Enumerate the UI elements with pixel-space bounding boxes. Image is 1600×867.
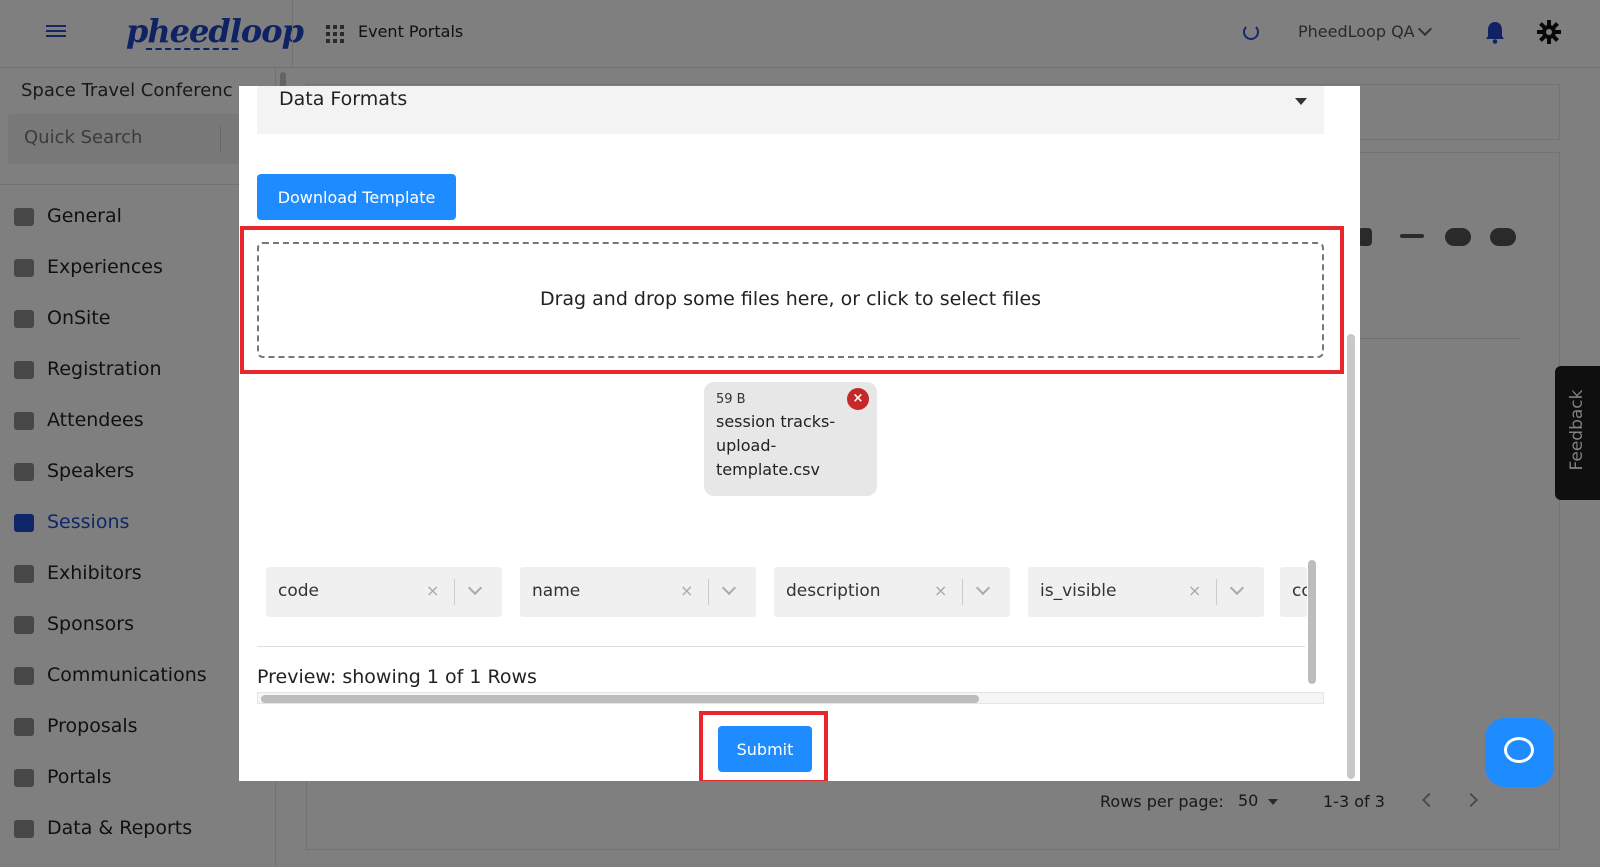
clear-icon[interactable]: × xyxy=(934,581,947,600)
column-mapping-value: co xyxy=(1292,581,1307,601)
data-formats-label: Data Formats xyxy=(279,88,408,110)
preview-horizontal-scrollbar[interactable] xyxy=(261,695,979,703)
import-modal: Data Formats Download Template Drag and … xyxy=(239,86,1360,781)
column-mapping-select[interactable]: co xyxy=(1280,567,1307,617)
column-mapping-select[interactable]: name × xyxy=(520,567,756,617)
divider xyxy=(454,579,455,605)
column-mapping-select[interactable]: is_visible × xyxy=(1028,567,1264,617)
column-mapping-select[interactable]: code × xyxy=(266,567,502,617)
column-mapping-value: name xyxy=(532,581,581,601)
file-name: session tracks-upload-template.csv xyxy=(716,412,836,479)
clear-icon[interactable]: × xyxy=(680,581,693,600)
dropzone-text: Drag and drop some files here, or click … xyxy=(539,288,1042,310)
chat-bubble-icon[interactable] xyxy=(1485,718,1554,787)
column-mapping-value: code xyxy=(278,581,319,601)
column-mapping-select[interactable]: description × xyxy=(774,567,1010,617)
chevron-down-icon[interactable] xyxy=(467,580,483,596)
chevron-down-icon[interactable] xyxy=(1229,580,1245,596)
chevron-down-icon[interactable] xyxy=(721,580,737,596)
preview-status: Preview: showing 1 of 1 Rows xyxy=(257,666,537,688)
file-size: 59 B xyxy=(716,392,746,407)
divider xyxy=(1216,579,1217,605)
preview-vertical-scrollbar[interactable] xyxy=(1308,560,1316,684)
download-template-button[interactable]: Download Template xyxy=(257,174,456,220)
divider xyxy=(257,646,1305,647)
uploaded-file-chip: 59 B session tracks-upload-template.csv … xyxy=(704,382,877,496)
clear-icon[interactable]: × xyxy=(426,581,439,600)
chevron-down-icon[interactable] xyxy=(975,580,991,596)
modal-scrollbar[interactable] xyxy=(1347,334,1355,779)
divider xyxy=(708,579,709,605)
clear-icon[interactable]: × xyxy=(1188,581,1201,600)
divider xyxy=(962,579,963,605)
caret-down-icon[interactable] xyxy=(1295,98,1307,105)
data-formats-accordion[interactable]: Data Formats xyxy=(257,86,1324,134)
remove-file-icon[interactable]: × xyxy=(847,388,869,410)
column-mapping-value: is_visible xyxy=(1040,581,1117,601)
column-mapping-value: description xyxy=(786,581,881,601)
submit-button[interactable]: Submit xyxy=(718,726,812,772)
file-dropzone[interactable]: Drag and drop some files here, or click … xyxy=(257,242,1324,358)
